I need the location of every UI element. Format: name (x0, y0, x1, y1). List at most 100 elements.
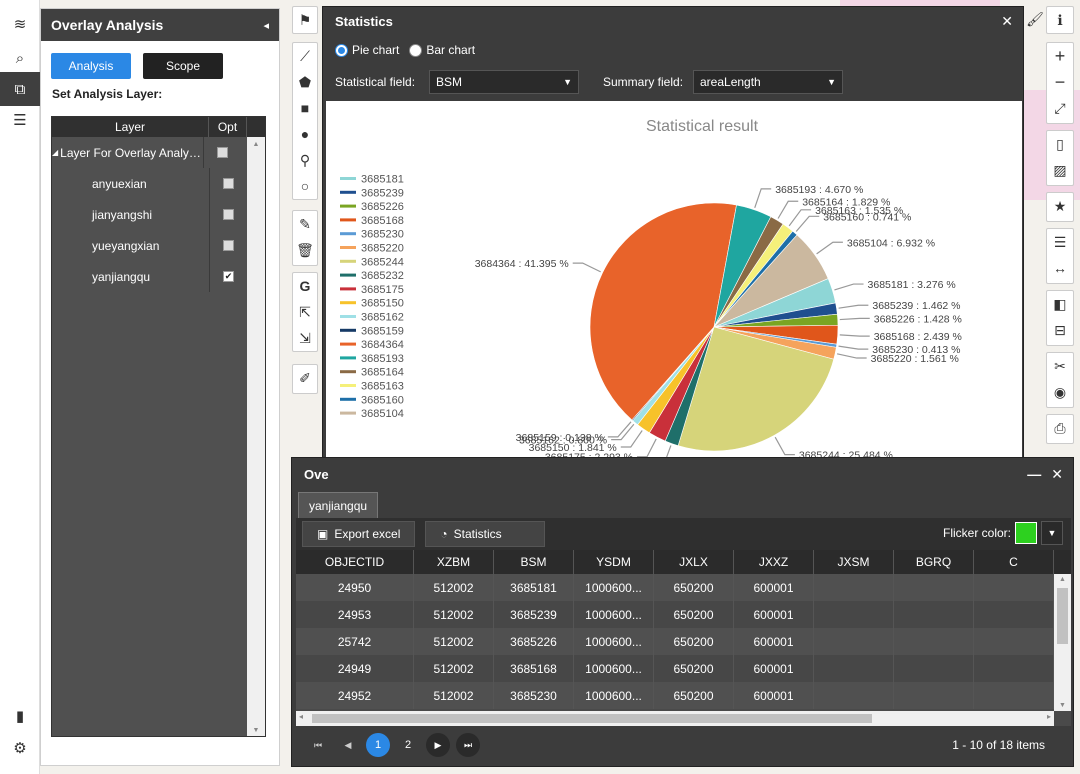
statistics-button[interactable]: ◔ Statistics (425, 521, 546, 547)
ruler-icon[interactable]: ▯ (1047, 131, 1073, 157)
layer-row[interactable]: jianyangshi (52, 199, 265, 230)
vertical-scrollbar[interactable]: ▲ ▼ (1054, 574, 1071, 711)
legend-entry[interactable]: 3685164 (361, 367, 404, 379)
close-icon[interactable]: ✕ (1051, 466, 1063, 483)
statistical-field-select[interactable]: BSM ▼ (429, 70, 579, 94)
radio-icon[interactable] (409, 43, 423, 57)
column-header[interactable]: JXSM (814, 550, 894, 574)
flicker-swatch[interactable] (1015, 522, 1037, 544)
legend-entry[interactable]: 3685244 (361, 256, 404, 268)
scroll-thumb[interactable] (312, 714, 872, 723)
analysis-tab[interactable]: Analysis (51, 53, 131, 79)
tab-yanjiangqu[interactable]: yanjiangqu (298, 492, 379, 518)
search-map-icon[interactable]: ⌕ (8, 46, 32, 70)
column-header[interactable]: XZBM (414, 550, 494, 574)
minimize-icon[interactable]: — (1027, 466, 1041, 483)
collapse-icon[interactable]: ◂ (263, 19, 269, 32)
column-header[interactable]: BSM (494, 550, 574, 574)
legend-entry[interactable]: 3685163 (361, 381, 404, 393)
horizontal-scrollbar[interactable]: ◂ ▸ (296, 711, 1054, 726)
legend-entry[interactable]: 3685104 (361, 408, 404, 420)
layer-checkbox[interactable] (223, 209, 234, 220)
zoom-in-icon[interactable]: + (1047, 43, 1073, 69)
split-icon[interactable]: ◧ (1047, 291, 1073, 317)
bar-chart-radio[interactable]: Bar chart (409, 43, 475, 57)
star-icon[interactable]: ★ (1047, 193, 1073, 219)
circle-fill-icon[interactable]: ● (293, 121, 317, 147)
layer-checkbox[interactable] (223, 178, 234, 189)
table-row[interactable]: 25742 512002 3685226 1000600... 650200 600001 (296, 628, 1071, 655)
area-icon[interactable]: ▨ (1047, 157, 1073, 183)
table-row[interactable]: 24952 512002 3685230 1000600... 650200 600001 (296, 682, 1071, 709)
pie-chart-radio[interactable]: Pie chart (335, 43, 399, 57)
export-excel-button[interactable]: ▣ Export excel (302, 521, 416, 547)
polyline-icon[interactable]: ⟋ (293, 43, 317, 69)
close-icon[interactable]: ✕ (1001, 13, 1013, 30)
legend-entry[interactable]: 3685162 (361, 312, 404, 324)
scroll-thumb[interactable] (1057, 588, 1068, 644)
column-header[interactable]: C (974, 550, 1054, 574)
overlay-analysis-icon[interactable]: ⧉ (0, 72, 40, 106)
zoom-out-icon[interactable]: − (1047, 69, 1073, 95)
database-icon[interactable]: ☰ (8, 108, 32, 132)
layers-icon[interactable]: ≋ (8, 12, 32, 36)
compare-icon[interactable]: ⊟ (1047, 317, 1073, 343)
import-icon[interactable]: ⇱ (293, 299, 317, 325)
scroll-left-icon[interactable]: ◂ (299, 712, 303, 721)
summary-field-select[interactable]: areaLength ▼ (693, 70, 843, 94)
legend-entry[interactable]: 3685232 (361, 270, 404, 282)
info-icon[interactable]: ℹ (1047, 7, 1073, 33)
column-header[interactable]: BGRQ (894, 550, 974, 574)
legend-entry[interactable]: 3685175 (361, 284, 404, 296)
layer-row[interactable]: anyuexian (52, 168, 265, 199)
brush-icon[interactable]: 🖌 (1022, 6, 1048, 32)
circle-icon[interactable]: ○ (293, 173, 317, 199)
legend-entry[interactable]: 3685220 (361, 243, 404, 255)
legend-entry[interactable]: 3685160 (361, 394, 404, 406)
polygon-icon[interactable]: ⬟ (293, 69, 317, 95)
legend-entry[interactable]: 3685181 (361, 174, 404, 186)
legend-entry[interactable]: 3685193 (361, 353, 404, 365)
trash-icon[interactable]: 🗑 (293, 237, 317, 263)
layer-checkbox[interactable] (217, 147, 229, 158)
table-row[interactable]: 24949 512002 3685168 1000600... 650200 600001 (296, 655, 1071, 682)
export-icon[interactable]: ⇲ (293, 325, 317, 351)
table-row[interactable]: 24950 512002 3685181 1000600... 650200 600001 (296, 574, 1071, 601)
column-header[interactable]: YSDM (574, 550, 654, 574)
layer-row[interactable]: yueyangxian (52, 230, 265, 261)
next-page-icon[interactable]: ▶ (426, 733, 450, 757)
eye-icon[interactable]: ◉ (1047, 379, 1073, 405)
page-1[interactable]: 1 (366, 733, 390, 757)
last-page-icon[interactable]: ⏭ (456, 733, 480, 757)
chevron-down-icon[interactable]: ▼ (1041, 521, 1063, 545)
full-extent-icon[interactable]: ⤢ (1047, 95, 1073, 121)
layer-checkbox[interactable]: ✔ (223, 271, 234, 282)
settings-icon[interactable]: ⚙ (8, 736, 32, 760)
legend-entry[interactable]: 3685168 (361, 215, 404, 227)
table-row[interactable]: 24953 512002 3685239 1000600... 650200 600001 (296, 601, 1071, 628)
bookmark-icon[interactable]: ▮ (8, 704, 32, 728)
scroll-up-icon[interactable]: ▲ (247, 141, 265, 148)
scope-tab[interactable]: Scope (143, 53, 223, 79)
scroll-down-icon[interactable]: ▼ (1054, 702, 1071, 709)
layer-scrollbar[interactable]: ▲ ▼ (247, 137, 265, 736)
scroll-up-icon[interactable]: ▲ (1054, 576, 1071, 583)
marker-icon[interactable]: ⚲ (293, 147, 317, 173)
column-header[interactable]: OBJECTID (296, 550, 414, 574)
rectangle-icon[interactable]: ■ (293, 95, 317, 121)
first-page-icon[interactable]: ⏮ (306, 733, 330, 757)
flag-icon[interactable]: ⚑ (293, 7, 317, 33)
print-icon[interactable]: ⎙ (1047, 415, 1073, 441)
pen-icon[interactable]: ✐ (293, 365, 317, 391)
scroll-down-icon[interactable]: ▼ (247, 727, 265, 734)
layer-row[interactable]: yanjiangqu ✔ (52, 261, 265, 292)
scroll-right-icon[interactable]: ▸ (1047, 712, 1051, 721)
legend-entry[interactable]: 3685159 (361, 325, 404, 337)
column-header[interactable]: JXLX (654, 550, 734, 574)
scissors-icon[interactable]: ✂ (1047, 353, 1073, 379)
g-icon[interactable]: G (293, 273, 317, 299)
prev-page-icon[interactable]: ◀ (336, 733, 360, 757)
legend-entry[interactable]: 3685150 (361, 298, 404, 310)
page-2[interactable]: 2 (396, 733, 420, 757)
column-header[interactable]: JXXZ (734, 550, 814, 574)
